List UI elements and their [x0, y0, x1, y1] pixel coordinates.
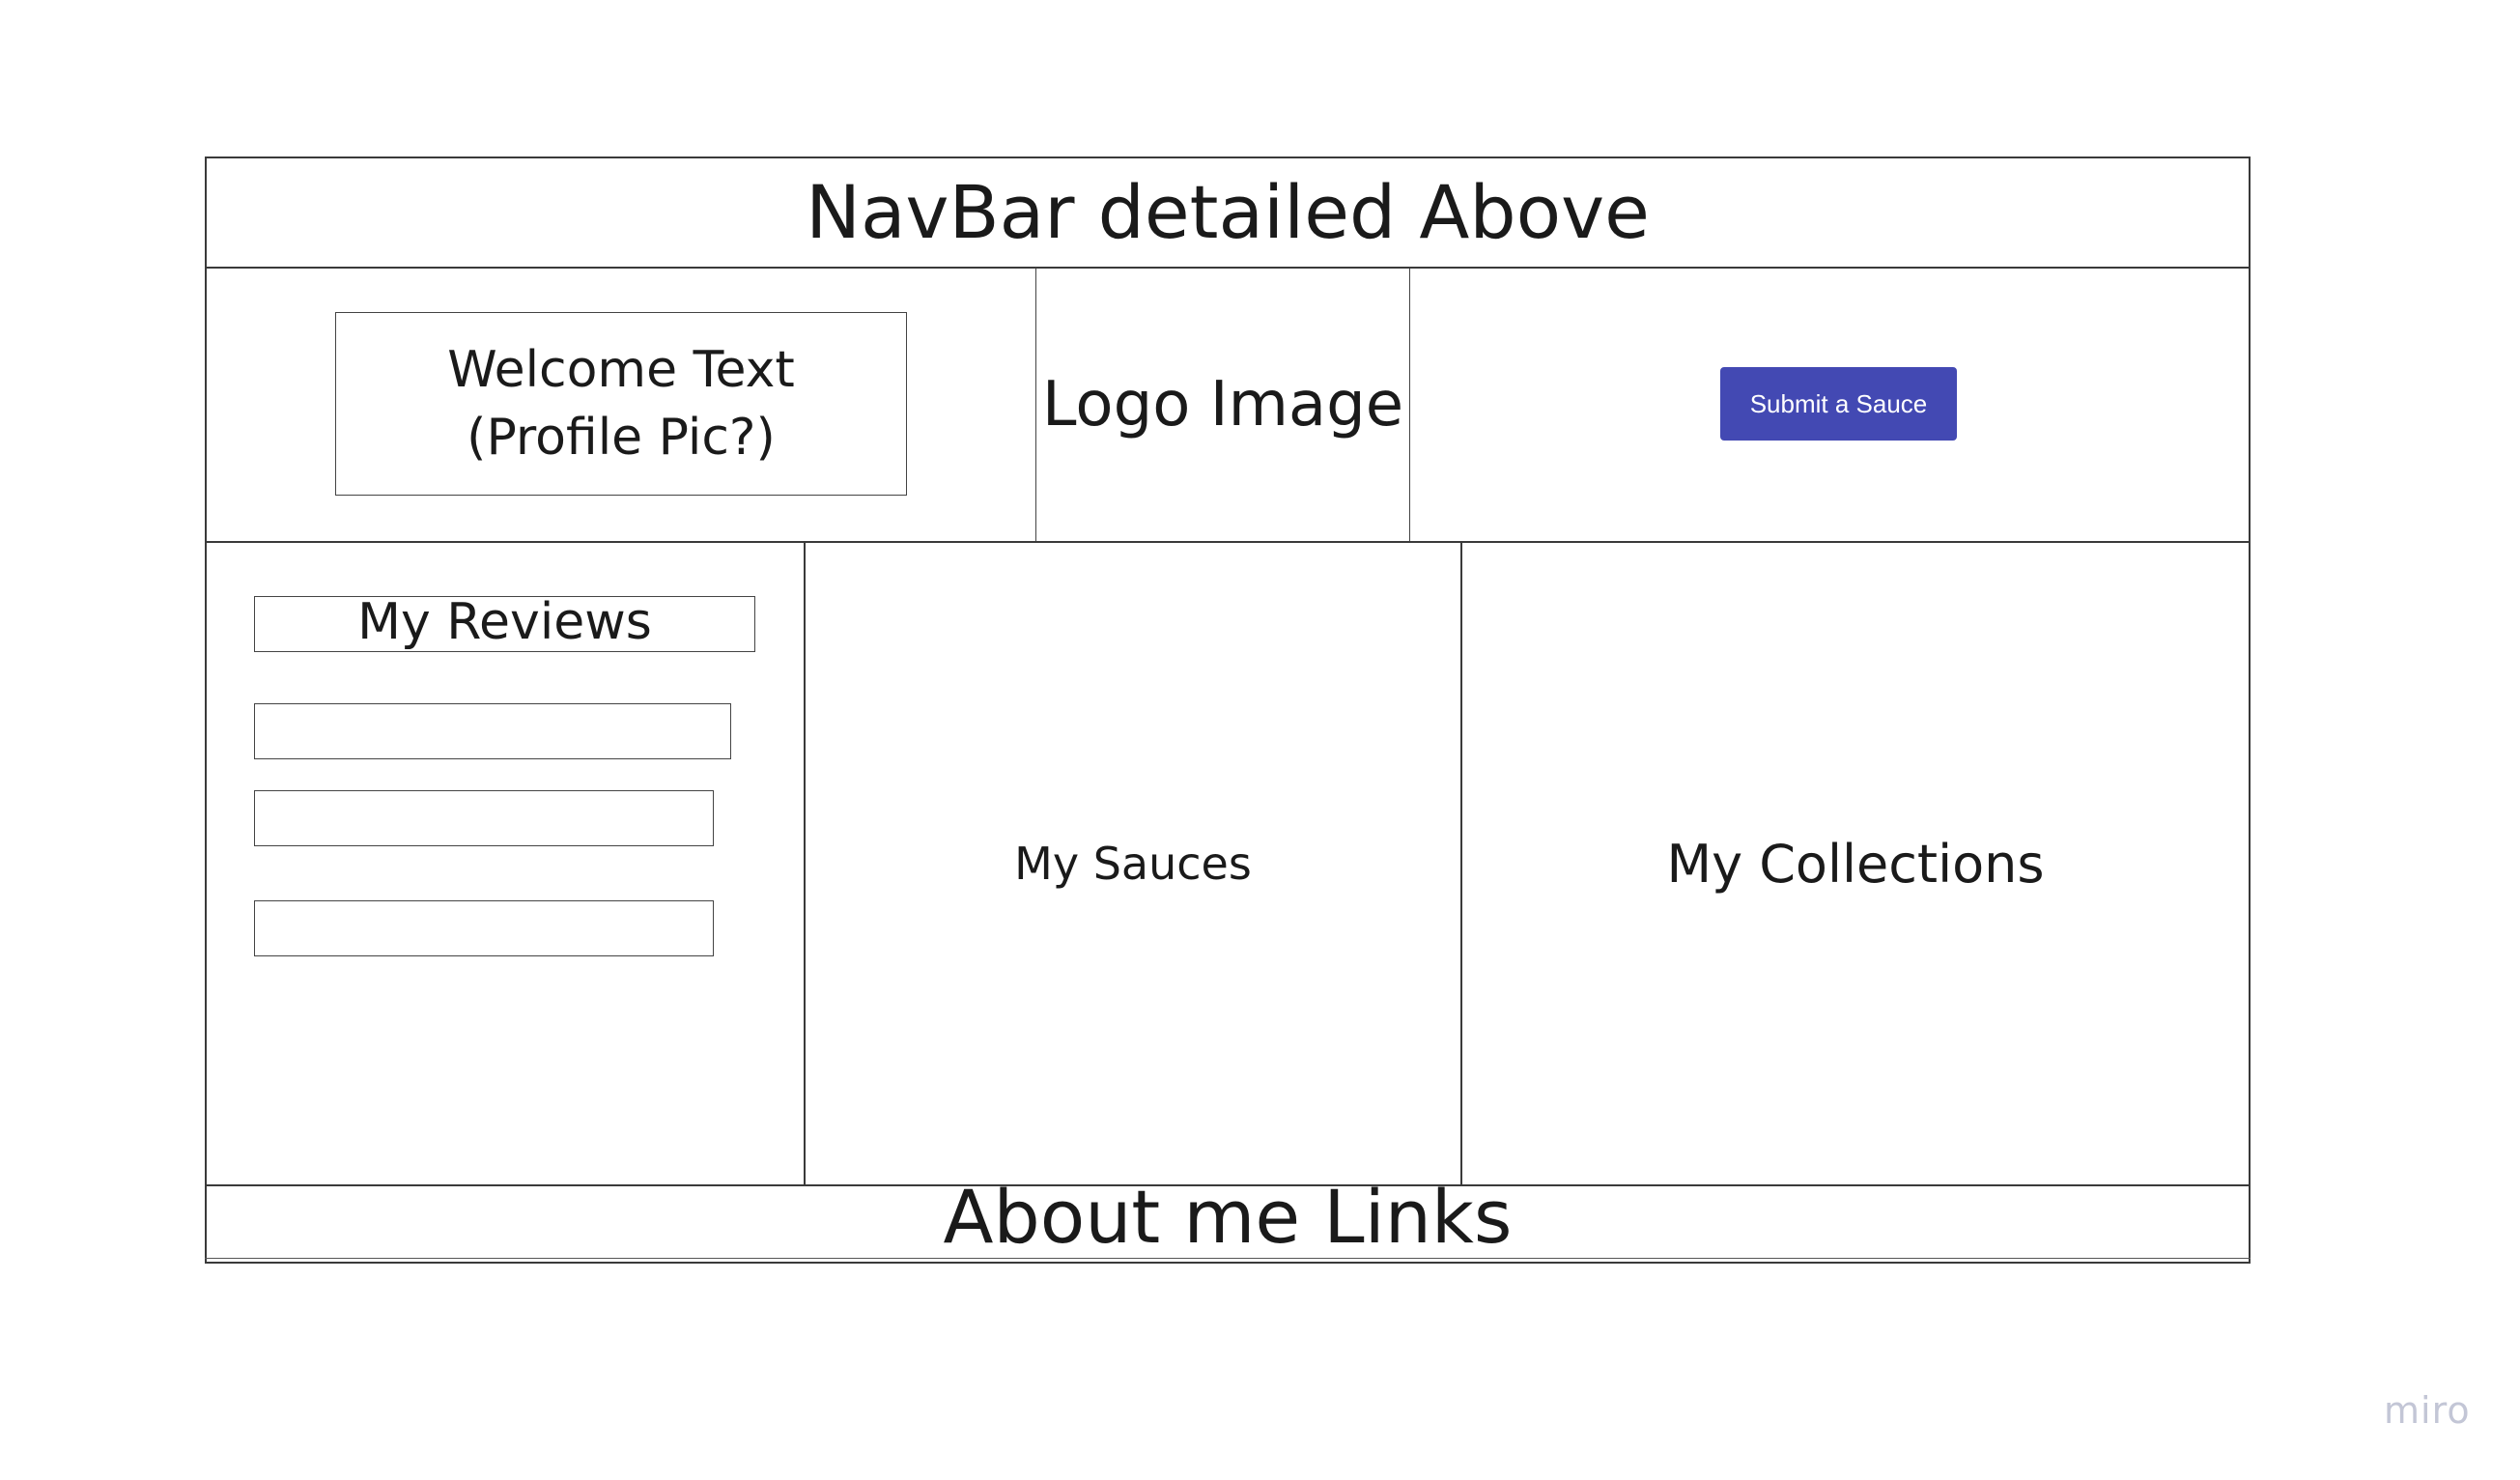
logo-image-placeholder: Logo Image — [1035, 267, 1410, 543]
my-collections-label: My Collections — [1666, 833, 2045, 895]
navbar-label: NavBar detailed Above — [806, 169, 1650, 255]
miro-watermark: miro — [2384, 1389, 2471, 1432]
footer-label: About me Links — [943, 1174, 1513, 1260]
my-sauces-column: My Sauces — [804, 541, 1462, 1186]
welcome-text-box: Welcome Text (Profile Pic?) — [335, 312, 907, 496]
my-reviews-title-box: My Reviews — [254, 596, 755, 652]
welcome-text: Welcome Text (Profile Pic?) — [447, 340, 795, 467]
review-item[interactable] — [254, 900, 714, 956]
review-item[interactable] — [254, 790, 714, 846]
my-reviews-title: My Reviews — [357, 593, 652, 651]
review-item[interactable] — [254, 703, 731, 759]
footer-divider — [205, 1258, 2251, 1259]
my-sauces-label: My Sauces — [1014, 838, 1252, 890]
logo-label: Logo Image — [1041, 369, 1404, 441]
submit-sauce-button[interactable]: Submit a Sauce — [1720, 367, 1957, 441]
my-collections-column: My Collections — [1460, 541, 2251, 1186]
footer-links-placeholder: About me Links — [205, 1174, 2251, 1264]
navbar-placeholder: NavBar detailed Above — [205, 157, 2251, 269]
